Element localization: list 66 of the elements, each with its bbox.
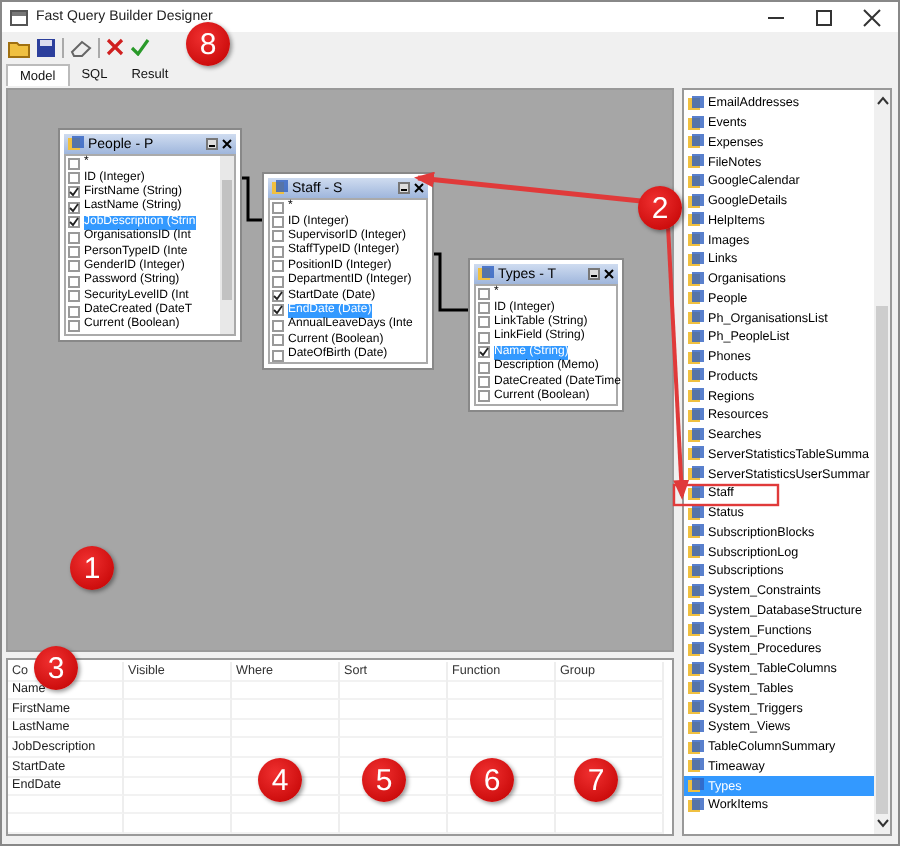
maximize-icon[interactable] [814, 7, 834, 27]
table-icon [478, 266, 494, 282]
scroll-down-icon[interactable] [875, 818, 889, 828]
scrollbar[interactable] [220, 156, 234, 334]
grid-cell [8, 795, 124, 815]
checkbox[interactable] [272, 230, 284, 243]
close-icon[interactable] [414, 182, 424, 194]
checkbox[interactable] [68, 231, 80, 244]
checkbox[interactable] [272, 334, 284, 347]
checkbox[interactable] [272, 245, 284, 258]
grid-cell [556, 738, 664, 759]
close-icon[interactable] [604, 268, 614, 280]
scrollbar[interactable] [874, 90, 890, 834]
checkbox[interactable] [478, 361, 490, 374]
checkbox[interactable] [68, 172, 80, 185]
close-icon[interactable] [222, 138, 232, 150]
checkbox[interactable] [68, 201, 80, 214]
app-icon [10, 9, 28, 25]
checkbox[interactable] [68, 246, 80, 259]
checkbox[interactable] [272, 304, 284, 317]
folder-icon[interactable] [8, 37, 30, 57]
grid-cell [340, 814, 448, 834]
table-icon [68, 136, 84, 152]
table-window[interactable] [60, 130, 240, 340]
checkbox[interactable] [68, 186, 80, 199]
checkbox[interactable] [272, 201, 284, 214]
checkbox[interactable] [478, 390, 490, 403]
checkbox[interactable] [478, 287, 490, 300]
minimize-icon[interactable] [588, 268, 600, 280]
table-window[interactable] [264, 174, 432, 369]
checkbox[interactable] [478, 376, 490, 389]
highlight-rectangle [672, 483, 780, 507]
grid-cell [556, 814, 664, 834]
checkbox[interactable] [68, 216, 80, 229]
grid-cell [232, 738, 340, 759]
checkbox[interactable] [272, 319, 284, 332]
checkbox[interactable] [478, 302, 490, 315]
callout-badge: 8 [186, 22, 230, 66]
grid-cell [448, 814, 556, 834]
table-icon [272, 180, 288, 196]
checkbox[interactable] [68, 305, 80, 318]
checkmark-icon[interactable] [130, 38, 150, 56]
checkbox[interactable] [478, 316, 490, 329]
checkbox[interactable] [68, 290, 80, 303]
scroll-up-icon[interactable] [875, 96, 889, 106]
checkbox[interactable] [478, 346, 490, 359]
grid-cell [232, 814, 340, 834]
checkbox[interactable] [272, 275, 284, 288]
checkbox[interactable] [272, 290, 284, 303]
checkbox[interactable] [68, 275, 80, 288]
save-icon[interactable] [36, 37, 56, 57]
checkbox[interactable] [68, 319, 80, 332]
minimize-icon[interactable] [206, 138, 218, 150]
close-icon[interactable] [862, 7, 882, 27]
grid-cell [340, 738, 448, 759]
minimize-icon[interactable] [398, 182, 410, 194]
checkbox[interactable] [478, 331, 490, 344]
checkbox[interactable] [272, 216, 284, 229]
checkbox[interactable] [68, 260, 80, 273]
checkbox[interactable] [68, 157, 80, 170]
eraser-icon[interactable] [70, 37, 92, 57]
grid-cell [448, 738, 556, 759]
checkbox[interactable] [272, 349, 284, 362]
grid-cell [8, 814, 124, 834]
checkbox[interactable] [272, 260, 284, 273]
grid-cell [124, 814, 232, 834]
